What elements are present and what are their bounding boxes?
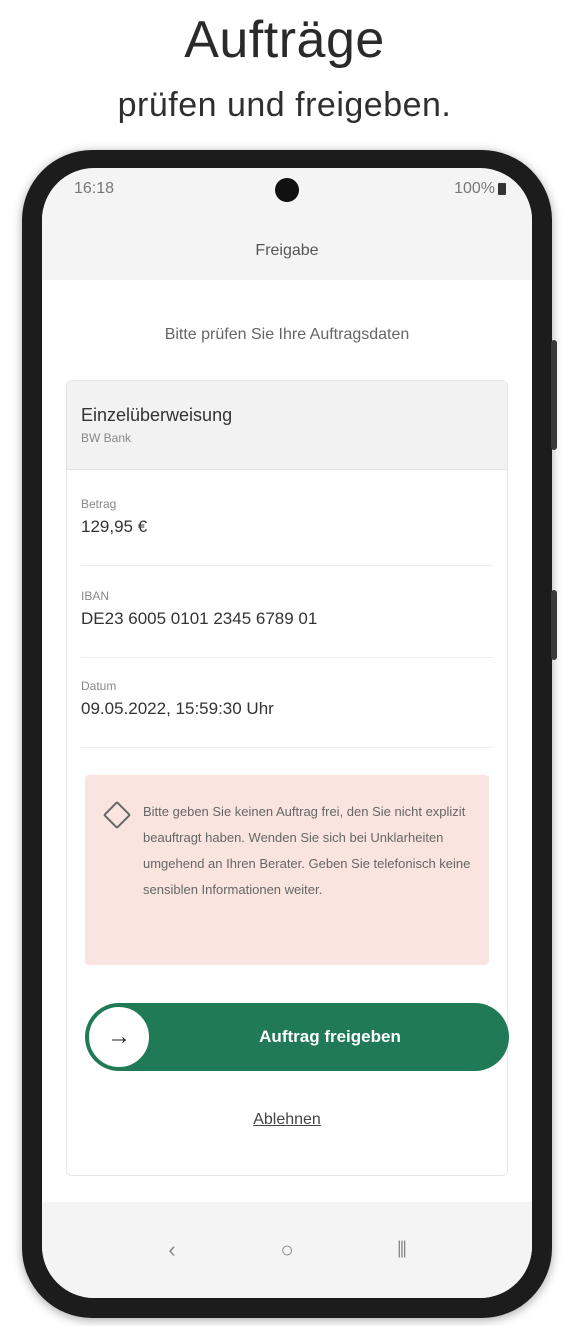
volume-button	[551, 340, 557, 450]
divider	[81, 565, 493, 566]
promo-title: Aufträge	[184, 11, 385, 69]
amount-label: Betrag	[81, 497, 117, 511]
status-battery: 100%	[454, 180, 506, 198]
order-card-header: Einzelüberweisung BW Bank	[67, 381, 507, 470]
iban-label: IBAN	[81, 589, 110, 603]
battery-percentage: 100%	[454, 180, 495, 197]
phone-frame: 16:18 100% Freigabe Bitte prüfen Sie Ihr…	[22, 150, 557, 1318]
date-field: Datum 09.05.2022, 15:59:30 Uhr	[81, 679, 493, 719]
amount-field: Betrag 129,95 €	[81, 497, 493, 537]
iban-value: DE23 6005 0101 2345 6789 01	[81, 609, 318, 628]
main-content: Bitte prüfen Sie Ihre Auftragsdaten Einz…	[42, 280, 532, 1202]
order-bank: BW Bank	[81, 431, 132, 445]
back-icon[interactable]: ‹	[152, 1230, 192, 1270]
order-type: Einzelüberweisung	[81, 405, 233, 425]
date-value: 09.05.2022, 15:59:30 Uhr	[81, 699, 274, 718]
warning-text: Bitte geben Sie keinen Auftrag frei, den…	[143, 804, 471, 897]
warning-box: Bitte geben Sie keinen Auftrag frei, den…	[85, 775, 489, 965]
divider	[81, 657, 493, 658]
front-camera	[275, 178, 299, 202]
phone-screen: 16:18 100% Freigabe Bitte prüfen Sie Ihr…	[42, 168, 532, 1298]
date-label: Datum	[81, 679, 117, 693]
order-card: Einzelüberweisung BW Bank Betrag 129,95 …	[66, 380, 509, 1176]
amount-value: 129,95 €	[81, 517, 148, 536]
page-title: Freigabe	[255, 242, 319, 259]
recents-icon[interactable]: ⦀	[382, 1230, 422, 1270]
warning-diamond-icon	[102, 800, 132, 830]
approve-order-button[interactable]: → Auftrag freigeben	[85, 1003, 509, 1071]
promo-subtitle: prüfen und freigeben.	[117, 86, 452, 124]
system-nav-bar: ‹ ○ ⦀	[42, 1202, 532, 1298]
review-prompt: Bitte prüfen Sie Ihre Auftragsdaten	[164, 326, 410, 343]
home-icon[interactable]: ○	[267, 1230, 307, 1270]
app-header: Freigabe	[42, 208, 532, 280]
battery-full-icon	[498, 183, 506, 195]
reject-link[interactable]: Ablehnen	[67, 1111, 507, 1129]
divider	[81, 747, 493, 748]
power-button	[551, 590, 557, 660]
promo-page: Aufträge prüfen und freigeben. 16:18 100…	[0, 0, 569, 1326]
approve-order-label: Auftrag freigeben	[259, 1027, 401, 1046]
arrow-right-icon[interactable]: →	[87, 1005, 151, 1069]
iban-field: IBAN DE23 6005 0101 2345 6789 01	[81, 589, 493, 629]
status-time: 16:18	[74, 180, 115, 197]
